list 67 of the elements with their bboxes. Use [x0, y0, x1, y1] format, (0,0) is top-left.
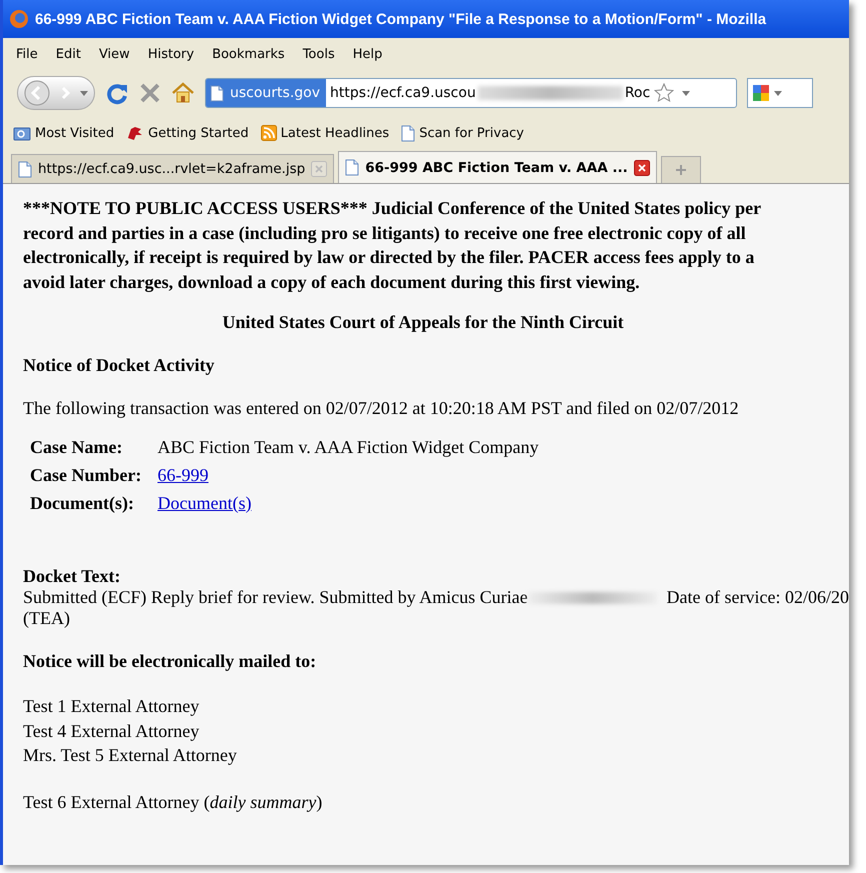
field-link[interactable]: Document(s): [157, 493, 252, 513]
caret-icon[interactable]: [682, 90, 690, 96]
folder-icon: [13, 125, 31, 141]
menu-item[interactable]: File: [7, 46, 47, 62]
section-heading: Notice of Docket Activity: [23, 355, 216, 376]
transaction-text: The following transaction was entered on 02/07/2012 at 10:20:18 AM PST and filed on 02/07/2012: [23, 398, 740, 419]
notice-text: record and parties in a case (including pro se litigants) to receive one free electronic copy of all: [23, 222, 747, 245]
field-label: Case Number:: [29, 464, 142, 487]
bookmark[interactable]: Getting Started: [126, 125, 249, 141]
docket-label: Docket Text:: [23, 566, 122, 587]
url-text: Roc: [624, 85, 650, 101]
browser-logo-icon: [9, 9, 29, 29]
notice-text: electronically, if receipt is required by law or directed by the filer. PACER access fees apply to a: [23, 246, 756, 269]
bookmark-label[interactable]: Getting Started: [148, 126, 249, 140]
address-bar[interactable]: uscourts.gov https://ecf.ca9.uscou Roc: [205, 78, 737, 108]
close-icon[interactable]: [634, 160, 650, 176]
site-identity-button[interactable]: uscourts.gov: [206, 79, 326, 107]
menu-item[interactable]: History: [138, 46, 204, 62]
menu-item[interactable]: Tools: [294, 46, 344, 62]
bookmark-label[interactable]: Most Visited: [35, 126, 114, 140]
page-icon: [345, 159, 360, 176]
window-title: 66-999 ABC Fiction Team v. AAA Fiction Widget Company "File a Response to a Motion/Form" - Mozilla: [35, 10, 766, 28]
bookmark-label[interactable]: Scan for Privacy: [419, 126, 524, 140]
section-heading: Notice will be electronically mailed to:: [23, 651, 318, 672]
tab[interactable]: 66-999 ABC Fiction Team v. AAA ...: [338, 151, 657, 183]
bookmark[interactable]: Most Visited: [13, 125, 114, 141]
field-value: ABC Fiction Team v. AAA Fiction Widget Company: [157, 437, 539, 457]
reload-icon[interactable]: [105, 81, 129, 105]
tab-label[interactable]: 66-999 ABC Fiction Team v. AAA ...: [365, 160, 628, 176]
docket-text: Date of service: 02/06/20: [666, 587, 849, 608]
back-forward-control[interactable]: [17, 76, 95, 110]
menu-item[interactable]: View: [90, 46, 139, 62]
menu-item[interactable]: Bookmarks: [203, 46, 294, 62]
feed-icon: [260, 125, 277, 141]
plus-icon[interactable]: [676, 165, 686, 175]
field-label: Case Name:: [29, 436, 124, 459]
bookmark-label[interactable]: Latest Headlines: [280, 126, 390, 140]
caret-icon[interactable]: [80, 90, 88, 96]
page-icon: [18, 160, 32, 178]
star-icon[interactable]: [654, 83, 674, 103]
search-engine-icon[interactable]: [752, 84, 770, 102]
recipient: Mrs. Test 5 External Attorney: [23, 744, 238, 767]
page-icon: [401, 124, 416, 142]
search-field[interactable]: [747, 78, 813, 108]
field-link[interactable]: 66-999: [157, 465, 208, 485]
tab-label[interactable]: https://ecf.ca9.usc...rvlet=k2aframe.jsp: [38, 161, 306, 177]
court-heading: United States Court of Appeals for the Ninth Circuit: [221, 312, 625, 333]
field-label: Document(s):: [29, 492, 135, 515]
docket-text: (TEA): [23, 608, 71, 629]
bookmark[interactable]: Scan for Privacy: [401, 124, 524, 142]
bookmark[interactable]: Latest Headlines: [260, 125, 390, 141]
recipient: Test 6 External Attorney (daily summary): [23, 790, 324, 814]
tab[interactable]: https://ecf.ca9.usc...rvlet=k2aframe.jsp: [11, 154, 334, 183]
stop-icon[interactable]: [139, 82, 161, 104]
menu-item[interactable]: Help: [344, 46, 392, 62]
back-icon[interactable]: [24, 80, 50, 106]
menu-item[interactable]: Edit: [46, 46, 90, 62]
notice-text: ***NOTE TO PUBLIC ACCESS USERS*** Judicial Conference of the United States policy per: [23, 197, 762, 220]
url-text: https://ecf.ca9.uscou: [329, 85, 476, 101]
recipient: Test 4 External Attorney: [23, 720, 200, 743]
docket-text: Submitted (ECF) Reply brief for review. Submitted by Amicus Curiae: [23, 587, 528, 608]
caret-icon[interactable]: [774, 90, 782, 96]
page-icon: [210, 84, 224, 102]
recipient: Test 1 External Attorney: [23, 695, 200, 718]
notice-text: avoid later charges, download a copy of each document during this first viewing.: [23, 270, 641, 294]
home-icon[interactable]: [171, 82, 195, 104]
new-tab-button[interactable]: [660, 156, 701, 183]
